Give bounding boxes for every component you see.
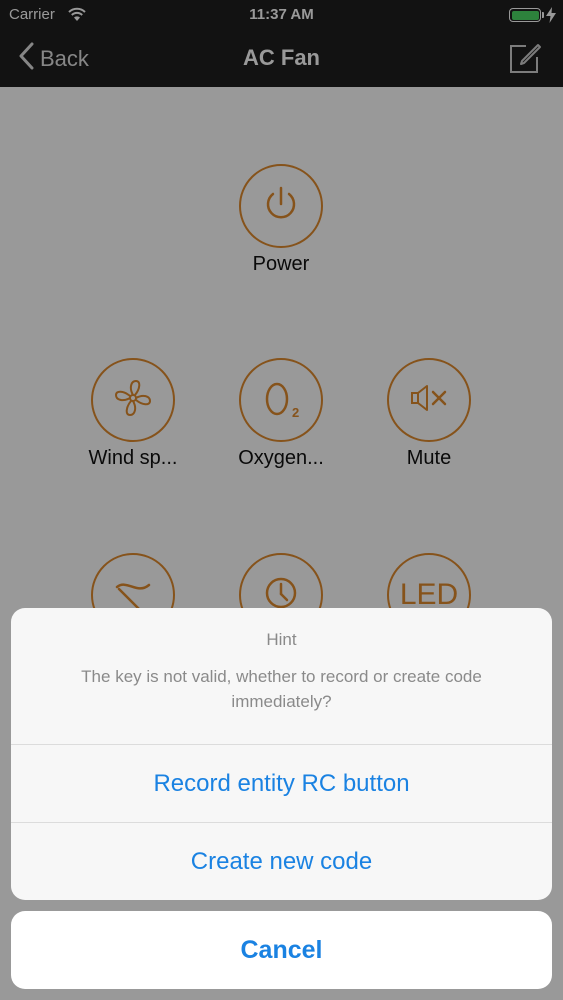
record-rc-button[interactable]: Record entity RC button [11,745,552,823]
alert-title: Hint [266,630,297,649]
alert-message: The key is not valid, whether to record … [81,667,482,711]
cancel-button[interactable]: Cancel [11,911,552,989]
action-sheet: Hint The key is not valid, whether to re… [11,608,552,900]
create-code-button[interactable]: Create new code [11,823,552,900]
